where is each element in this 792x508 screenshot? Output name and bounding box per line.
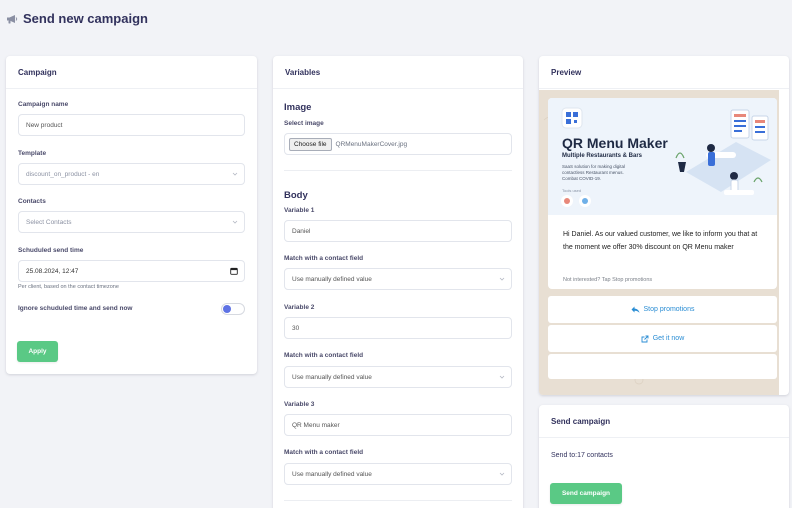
variable-2-match-select[interactable]: Use manually defined value	[284, 366, 512, 388]
whatsapp-chat-background: QR Menu Maker Multiple Restaurants & Bar…	[539, 90, 779, 395]
campaign-name-label: Campaign name	[18, 101, 69, 108]
variable-2-input[interactable]: 30	[284, 317, 512, 339]
file-name: QRMenuMakerCover.jpg	[335, 140, 408, 148]
variable-1-match-label: Match with a contact field	[284, 255, 364, 262]
banner-subhead: Multiple Restaurants & Bars	[562, 153, 643, 159]
megaphone-icon	[6, 14, 18, 24]
chevron-down-icon	[499, 277, 505, 281]
external-link-icon	[641, 335, 649, 342]
variable-3-match-value: Use manually defined value	[292, 470, 372, 478]
variable-2-match-value: Use manually defined value	[292, 373, 372, 381]
schedule-hint: Per client, based on the contact timezon…	[18, 284, 119, 290]
page-title: Send new campaign	[23, 11, 148, 26]
image-section-title: Image	[284, 102, 312, 113]
chevron-down-icon	[232, 220, 238, 224]
banner-headline: QR Menu Maker	[562, 135, 668, 151]
send-to-count: Send to:17 contacts	[551, 452, 613, 459]
contacts-placeholder: Select Contacts	[26, 218, 72, 226]
ignore-schedule-label: Ignore schuduled time and send now	[18, 305, 133, 312]
tools-used-label: Tools used	[562, 188, 582, 193]
schedule-datetime-input[interactable]: 25.08.2024, 12:47	[18, 260, 245, 282]
variables-card: Variables Image Select image Choose file…	[273, 56, 523, 508]
empty-button-slot	[548, 354, 777, 379]
chevron-down-icon	[499, 375, 505, 379]
schedule-label: Schuduled send time	[18, 247, 84, 254]
page-header: Send new campaign	[6, 11, 148, 26]
variable-1-match-value: Use manually defined value	[292, 275, 372, 283]
campaign-name-value: New product	[26, 121, 63, 129]
get-it-now-label: Get it now	[652, 335, 685, 342]
choose-file-button[interactable]: Choose file	[289, 137, 332, 151]
variable-1-label: Variable 1	[284, 207, 315, 214]
select-image-label: Select image	[284, 120, 324, 127]
message-text: Hi Daniel. As our valued customer, we li…	[563, 231, 758, 251]
get-it-now-button[interactable]: Get it now	[548, 325, 777, 352]
send-card-title: Send campaign	[539, 405, 789, 438]
toggle-knob	[223, 305, 231, 313]
preview-card-title: Preview	[539, 56, 789, 89]
variable-3-match-label: Match with a contact field	[284, 449, 364, 456]
template-label: Template	[18, 150, 47, 157]
variable-2-label: Variable 2	[284, 304, 315, 311]
contacts-select[interactable]: Select Contacts	[18, 211, 245, 233]
chevron-down-icon	[499, 472, 505, 476]
contacts-label: Contacts	[18, 198, 46, 205]
variable-2-match-label: Match with a contact field	[284, 352, 364, 359]
variable-1-input[interactable]: Daniel	[284, 220, 512, 242]
campaign-name-input[interactable]: New product	[18, 114, 245, 136]
variable-1-value: Daniel	[292, 227, 311, 235]
message-footer: Not interested? Tap Stop promotions	[563, 277, 653, 283]
send-campaign-card: Send campaign Send to:17 contacts Send c…	[539, 405, 789, 508]
image-file-input[interactable]: Choose file QRMenuMakerCover.jpg	[284, 133, 512, 155]
reply-icon	[631, 306, 639, 313]
banner-description: SaaS solution for making digital contact…	[562, 164, 625, 182]
template-select-value: discount_on_product - en	[26, 170, 100, 178]
apply-button[interactable]: Apply	[17, 341, 58, 362]
calendar-icon[interactable]	[230, 267, 238, 275]
variable-3-value: QR Menu maker	[292, 421, 340, 429]
campaign-card: Campaign Campaign name New product Templ…	[6, 56, 257, 374]
stop-promotions-button[interactable]: Stop promotions	[548, 296, 777, 323]
divider	[284, 170, 512, 171]
variable-2-value: 30	[292, 324, 300, 332]
campaign-image: QR Menu Maker Multiple Restaurants & Bar…	[548, 98, 777, 215]
send-campaign-button[interactable]: Send campaign	[550, 483, 622, 504]
template-select[interactable]: discount_on_product - en	[18, 163, 245, 185]
chevron-down-icon	[232, 172, 238, 176]
variable-3-match-select[interactable]: Use manually defined value	[284, 463, 512, 485]
variable-3-label: Variable 3	[284, 401, 315, 408]
campaign-card-title: Campaign	[6, 56, 257, 89]
variable-1-match-select[interactable]: Use manually defined value	[284, 268, 512, 290]
stop-promotions-label: Stop promotions	[643, 306, 695, 313]
banner-desc-line: Combat COVID-19.	[562, 176, 602, 181]
variables-card-title: Variables	[273, 56, 523, 89]
divider	[284, 500, 512, 501]
variable-3-input[interactable]: QR Menu maker	[284, 414, 512, 436]
schedule-value: 25.08.2024, 12:47	[26, 267, 79, 275]
message-bubble: QR Menu Maker Multiple Restaurants & Bar…	[548, 98, 777, 289]
preview-card: Preview QR Menu Maker Multiple Restauran…	[539, 56, 789, 395]
body-section-title: Body	[284, 190, 308, 201]
ignore-schedule-toggle[interactable]	[221, 303, 245, 315]
